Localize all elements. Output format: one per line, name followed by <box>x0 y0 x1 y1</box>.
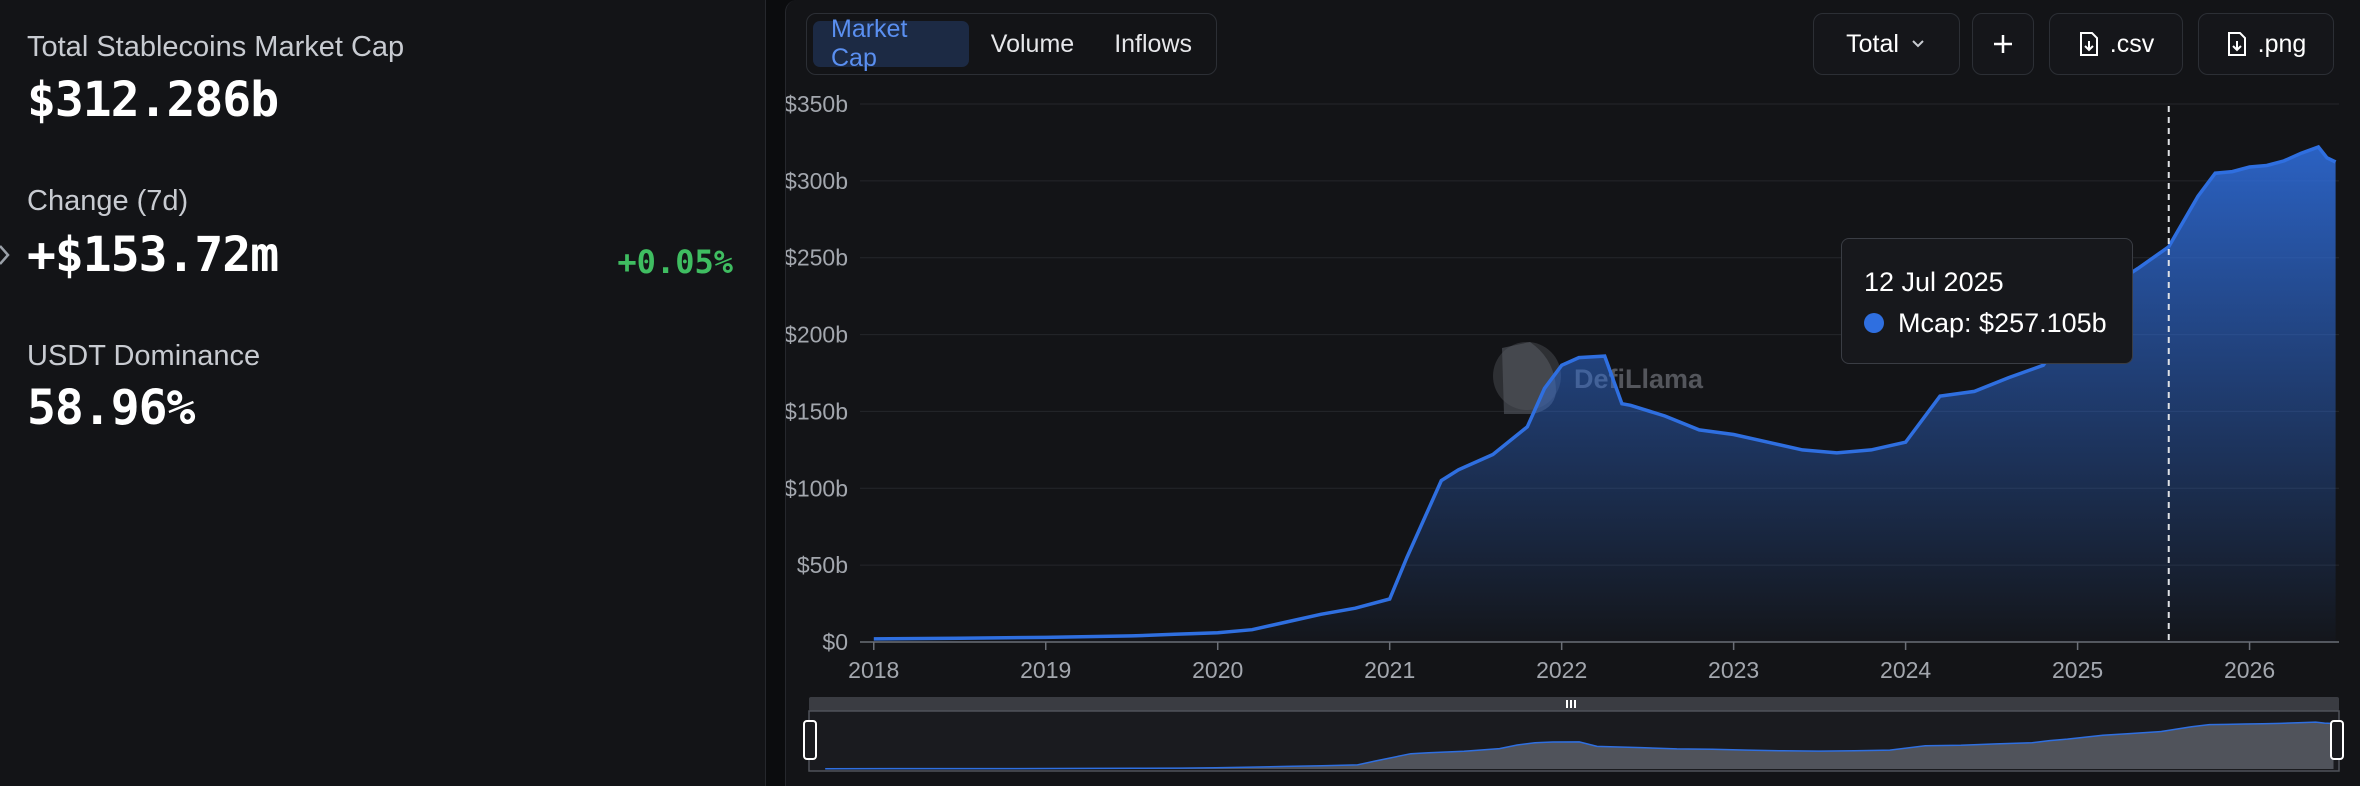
x-tick-label: 2026 <box>2224 657 2275 683</box>
x-tick-label: 2018 <box>848 657 899 683</box>
download-csv-button[interactable]: .csv <box>2049 13 2183 75</box>
market-cap-chart[interactable]: $0 $50b $100b $150b $200b $250b $300b $350b 201… <box>786 0 2360 786</box>
download-png-button[interactable]: .png <box>2198 13 2334 75</box>
x-tick-label: 2024 <box>1880 657 1931 683</box>
y-tick-label: $300b <box>786 168 848 194</box>
chevron-down-icon <box>1912 40 1924 48</box>
tooltip-series-label: Mcap: <box>1898 308 1972 338</box>
plus-icon <box>1994 35 2012 53</box>
x-tick-label: 2022 <box>1536 657 1587 683</box>
x-tick-label: 2025 <box>2052 657 2103 683</box>
series-dot-icon <box>1864 313 1884 333</box>
file-download-icon <box>2079 32 2098 56</box>
brush-handle-right[interactable] <box>2330 720 2344 760</box>
png-label: .png <box>2257 29 2307 58</box>
stats-panel: Total Stablecoins Market Cap $312.286b C… <box>0 0 766 786</box>
y-tick-label: $100b <box>786 475 848 501</box>
tooltip-value: $257.105b <box>1979 308 2107 338</box>
change-7d-value: +$153.72m <box>27 227 279 283</box>
tooltip-date: 12 Jul 2025 <box>1864 267 2004 297</box>
y-tick-label: $200b <box>786 322 848 348</box>
y-tick-label: $350b <box>786 91 848 117</box>
total-select[interactable]: Total <box>1813 13 1960 75</box>
csv-label: .csv <box>2109 29 2155 58</box>
y-tick-label: $50b <box>797 552 848 578</box>
brush-handle-left[interactable] <box>803 720 817 760</box>
total-mcap-value: $312.286b <box>27 72 279 128</box>
usdt-dominance-label: USDT Dominance <box>27 340 261 372</box>
change-7d-label: Change (7d) <box>27 185 189 217</box>
mcap-area <box>873 147 2336 642</box>
chart-area[interactable]: $0 $50b $100b $150b $200b $250b $300b $350b 201… <box>786 0 2360 786</box>
y-tick-label: $250b <box>786 245 848 271</box>
tab-market-cap[interactable]: Market Cap <box>813 15 969 72</box>
x-tick-label: 2021 <box>1364 657 1415 683</box>
y-tick-label: $0 <box>822 629 848 655</box>
total-mcap-label: Total Stablecoins Market Cap <box>27 31 405 63</box>
usdt-dominance-value: 58.96% <box>27 380 195 436</box>
x-tick-label: 2020 <box>1192 657 1243 683</box>
tab-inflows[interactable]: Inflows <box>1096 21 1210 67</box>
file-download-icon <box>2227 32 2246 56</box>
x-tick-label: 2023 <box>1708 657 1759 683</box>
total-select-label: Total <box>1846 29 1899 58</box>
chevron-right-icon[interactable] <box>0 240 16 270</box>
change-7d-percent: +0.05% <box>617 243 733 281</box>
x-tick-label: 2019 <box>1020 657 1071 683</box>
y-tick-label: $150b <box>786 398 848 424</box>
add-button[interactable] <box>1972 13 2034 75</box>
chart-panel: $0 $50b $100b $150b $200b $250b $300b $350b 201… <box>785 0 2360 786</box>
range-brush[interactable] <box>803 697 2344 772</box>
metric-tabs: Market Cap Volume Inflows <box>806 13 1217 75</box>
tab-volume[interactable]: Volume <box>973 21 1092 67</box>
tooltip-value-line: Mcap: $257.105b <box>1898 308 2107 339</box>
chart-tooltip: 12 Jul 2025 Mcap: $257.105b <box>1841 238 2133 364</box>
